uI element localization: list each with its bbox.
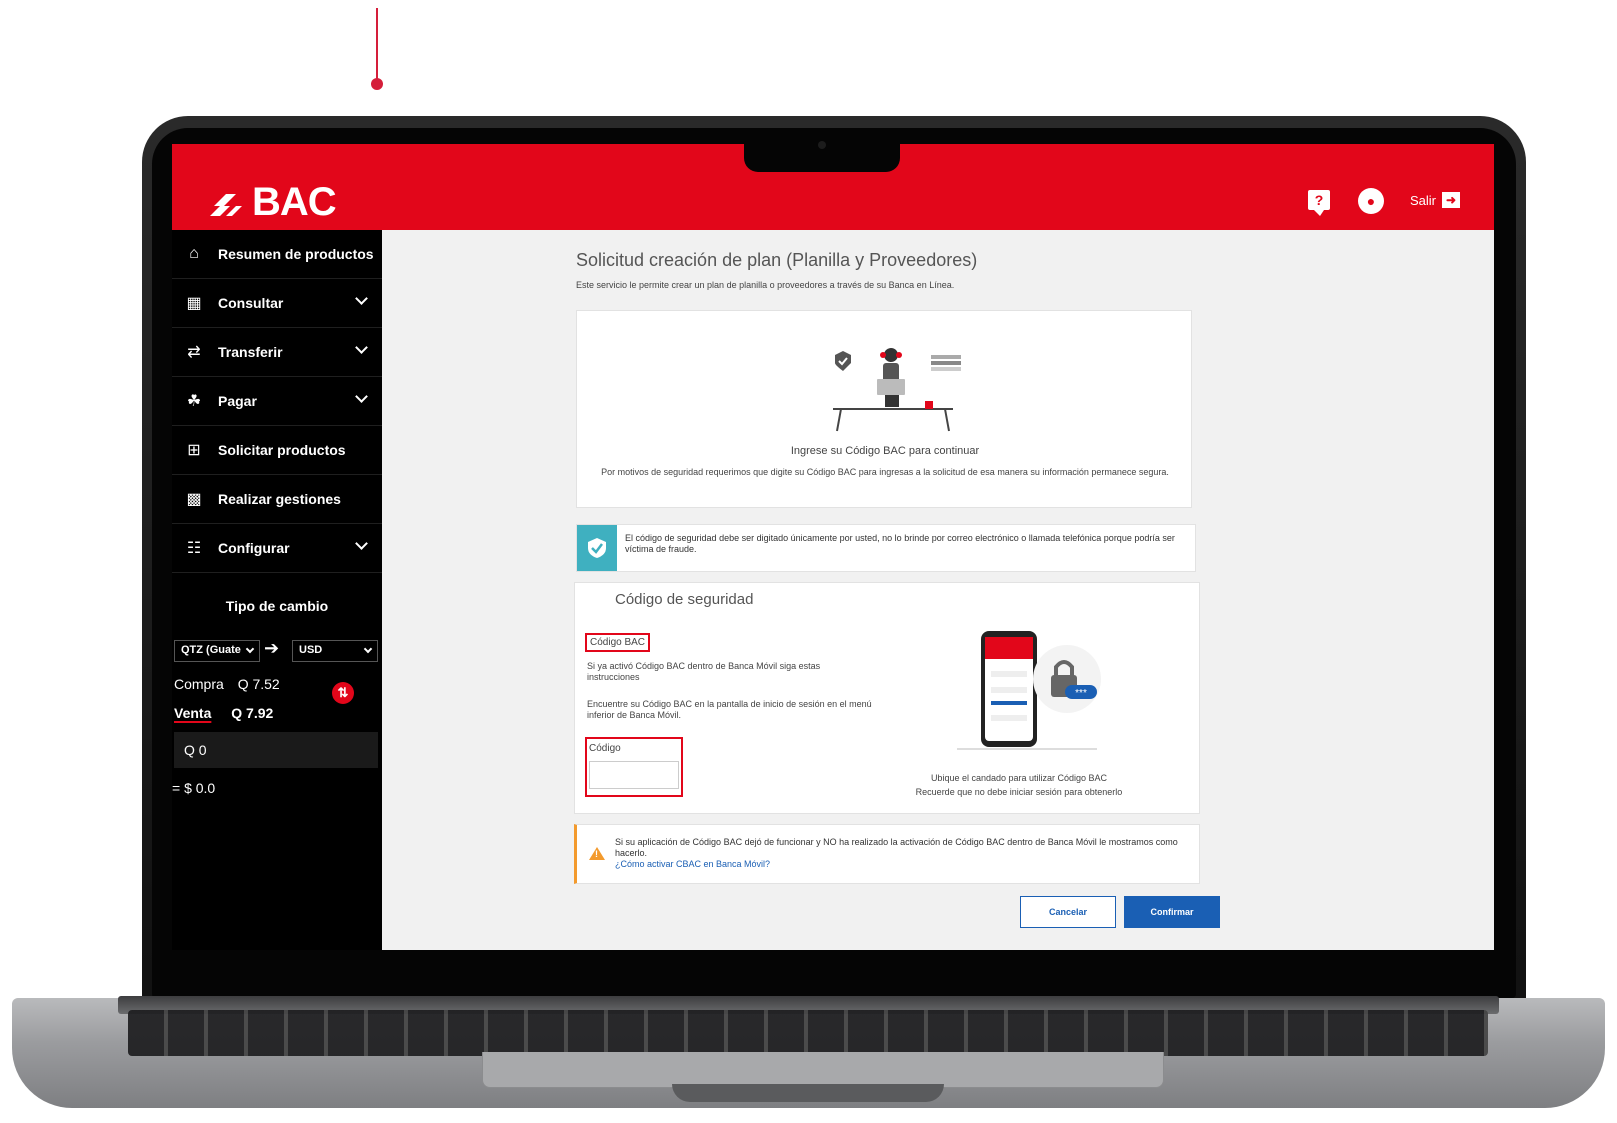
notice-icon-box (577, 525, 617, 571)
money-bag-icon: ☘ (186, 393, 202, 410)
intro-title: Ingrese su Código BAC para continuar (790, 445, 980, 457)
callout-line (376, 8, 378, 82)
sidebar-item-label: Resumen de productos (218, 246, 374, 262)
laptop-screen: BAC ? ● Salir ➜ ⌂ Resumen de productos ▦… (172, 144, 1494, 950)
compra-rate: Compra Q 7.52 (174, 676, 290, 692)
camera-icon (818, 141, 826, 149)
sliders-icon: ☷ (186, 540, 202, 557)
codigo-bac-label: Código BAC (585, 633, 651, 652)
logout-label: Salir (1410, 192, 1437, 208)
page-title: Solicitud creación de plan (Planilla y P… (576, 250, 978, 270)
grid-icon: ▦ (186, 295, 202, 312)
phone-caption: Recuerde que no debe iniciar sesión para… (915, 787, 1123, 797)
shield-check-icon (588, 538, 606, 558)
activate-cbac-link[interactable]: ¿Cómo activar CBAC en Banca Móvil? (615, 859, 1195, 870)
cancel-button[interactable]: Cancelar (1020, 896, 1116, 928)
codigo-field-group: Código (585, 737, 683, 797)
warning-text: Si su aplicación de Código BAC dejó de f… (615, 837, 1195, 870)
phone-lock-illustration: *** (957, 631, 1101, 750)
security-title: Código de seguridad (615, 591, 754, 608)
logo-text: BAC (252, 180, 337, 224)
chevron-down-icon (363, 644, 373, 654)
sidebar-item-pagar[interactable]: ☘ Pagar (172, 377, 382, 426)
currency-to-value: USD (299, 644, 323, 656)
chevron-down-icon (355, 341, 368, 354)
codigo-bac-instruction: Encuentre su Código BAC en la pantalla d… (587, 699, 872, 720)
exchange-title: Tipo de cambio (225, 598, 329, 614)
amount-input[interactable]: Q 0 (174, 732, 378, 768)
chevron-down-icon (355, 292, 368, 305)
swap-icon[interactable]: ⇅ (332, 682, 354, 704)
chevron-down-icon (245, 644, 255, 654)
computer-icon: ▩ (186, 491, 202, 508)
sidebar-item-label: Solicitar productos (218, 442, 346, 458)
intro-text: Por motivos de seguridad requerimos que … (601, 467, 1169, 477)
laptop-keyboard (128, 1010, 1488, 1056)
page-description: Este servicio le permite crear un plan d… (576, 280, 955, 290)
sidebar-item-label: Configurar (218, 540, 290, 556)
laptop-trackpad (482, 1052, 1164, 1088)
bac-logo[interactable]: BAC (208, 180, 337, 225)
phone-caption: Ubique el candado para utilizar Código B… (930, 773, 1108, 783)
sidebar-item-label: Pagar (218, 393, 257, 409)
sidebar-item-label: Consultar (218, 295, 284, 311)
currency-from-value: QTZ (Guate (181, 644, 241, 656)
transfer-icon: ⇄ (187, 344, 201, 361)
sidebar-item-transferir[interactable]: ⇄ Transferir (172, 328, 382, 377)
bell-icon[interactable]: ● (1358, 188, 1384, 214)
warning-icon: ! (589, 847, 605, 860)
conversion-result: = $ 0.0 (172, 780, 216, 796)
home-icon: ⌂ (189, 245, 199, 262)
compra-value: Q 7.52 (237, 676, 280, 692)
venta-label: Venta (174, 705, 212, 721)
intro-card: Ingrese su Código BAC para continuar Por… (576, 310, 1192, 508)
warning-message: Si su aplicación de Código BAC dejó de f… (615, 837, 1178, 858)
codigo-field-label: Código (589, 743, 621, 754)
callout-dot (371, 78, 383, 90)
warning-banner: ! Si su aplicación de Código BAC dejó de… (574, 824, 1200, 884)
sidebar-item-solicitar[interactable]: ⊞ Solicitar productos (172, 426, 382, 475)
logout-icon: ➜ (1442, 192, 1461, 208)
currency-to-select[interactable]: USD (292, 640, 378, 662)
arrow-right-icon: ➔ (264, 638, 280, 658)
sidebar-item-label: Transferir (218, 344, 283, 360)
sidebar-item-resumen[interactable]: ⌂ Resumen de productos (172, 230, 382, 279)
venta-value: Q 7.92 (231, 705, 274, 721)
main-content: Solicitud creación de plan (Planilla y P… (382, 230, 1494, 950)
notice-text: El código de seguridad debe ser digitado… (625, 533, 1175, 554)
person-laptop-illustration (833, 348, 961, 432)
security-notice: El código de seguridad debe ser digitado… (576, 524, 1196, 572)
codigo-input[interactable] (589, 761, 679, 789)
security-card: Código de seguridad Código BAC Si ya act… (574, 582, 1200, 814)
currency-from-select[interactable]: QTZ (Guate (174, 640, 260, 662)
chevron-down-icon (355, 390, 368, 403)
sidebar-item-label: Realizar gestiones (218, 491, 341, 507)
compra-label: Compra (174, 676, 224, 692)
bac-logo-icon (210, 193, 242, 216)
codigo-bac-instruction: Si ya activó Código BAC dentro de Banca … (587, 661, 821, 682)
help-icon[interactable]: ? (1308, 190, 1330, 216)
add-square-icon: ⊞ (187, 442, 201, 459)
svg-text:***: *** (1075, 688, 1087, 699)
confirm-button[interactable]: Confirmar (1124, 896, 1220, 928)
venta-rate[interactable]: Venta Q 7.92 (174, 705, 273, 721)
sidebar: ⌂ Resumen de productos ▦ Consultar ⇄ Tra… (172, 230, 382, 950)
sidebar-item-consultar[interactable]: ▦ Consultar (172, 279, 382, 328)
logout-button[interactable]: Salir ➜ (1410, 192, 1461, 208)
laptop-base-notch (672, 1084, 944, 1102)
chevron-down-icon (355, 537, 368, 550)
sidebar-item-configurar[interactable]: ☷ Configurar (172, 524, 382, 573)
sidebar-item-gestiones[interactable]: ▩ Realizar gestiones (172, 475, 382, 524)
